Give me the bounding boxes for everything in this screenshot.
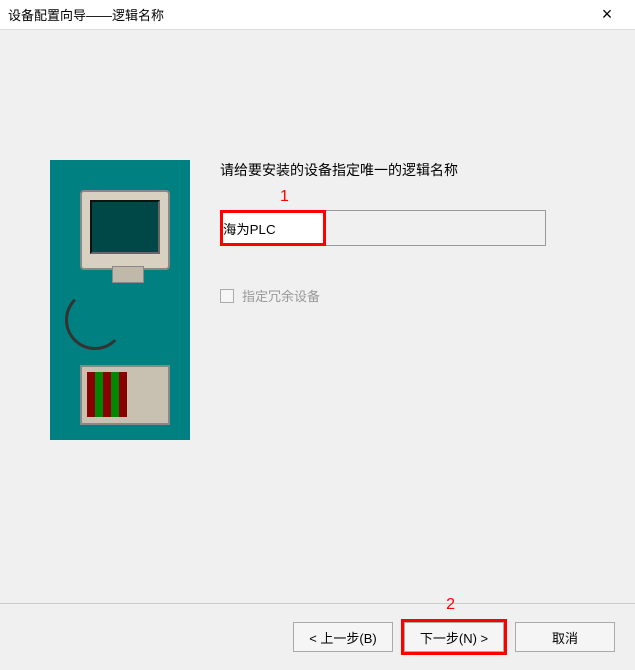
titlebar: 设备配置向导——逻辑名称 ×	[0, 0, 635, 30]
highlight-frame-2: 下一步(N) >	[401, 619, 507, 655]
cancel-button[interactable]: 取消	[515, 622, 615, 652]
cable-icon	[65, 290, 125, 350]
next-button[interactable]: 下一步(N) >	[404, 622, 504, 652]
close-icon[interactable]: ×	[587, 4, 627, 25]
device-icon	[80, 365, 170, 425]
annotation-marker-1: 1	[280, 188, 289, 206]
redundant-label: 指定冗余设备	[242, 286, 320, 305]
content-area: 请给要安装的设备指定唯一的逻辑名称 1 指定冗余设备	[0, 30, 635, 630]
annotation-marker-2: 2	[446, 596, 455, 614]
logical-name-input[interactable]	[223, 213, 323, 243]
back-button[interactable]: < 上一步(B)	[293, 622, 393, 652]
input-extension[interactable]	[326, 210, 546, 246]
wizard-illustration	[50, 160, 190, 440]
redundant-checkbox	[220, 289, 234, 303]
window-title: 设备配置向导——逻辑名称	[8, 5, 164, 24]
name-input-row: 1	[220, 210, 595, 246]
form-panel: 请给要安装的设备指定唯一的逻辑名称 1 指定冗余设备	[190, 40, 625, 620]
highlight-frame-1	[220, 210, 326, 246]
monitor-icon	[80, 190, 170, 270]
redundant-checkbox-row: 指定冗余设备	[220, 286, 595, 305]
prompt-label: 请给要安装的设备指定唯一的逻辑名称	[220, 160, 595, 180]
footer: 2 < 上一步(B) 下一步(N) > 取消	[0, 603, 635, 670]
